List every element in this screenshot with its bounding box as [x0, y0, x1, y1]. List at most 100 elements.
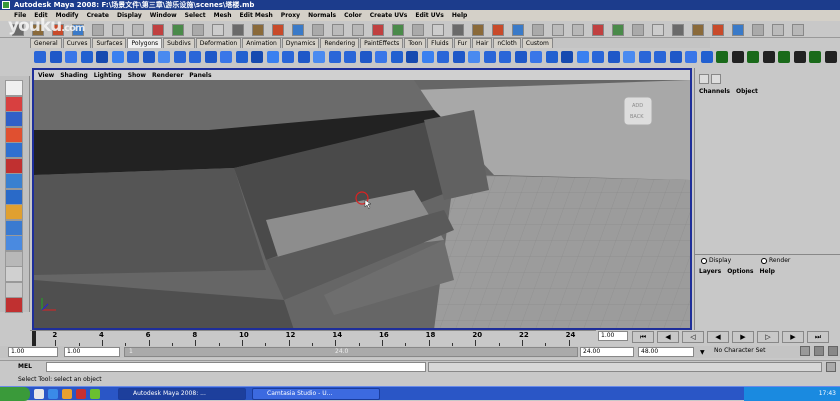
- play-forward-icon[interactable]: ▶: [732, 331, 754, 343]
- status-line-tool-11-icon[interactable]: [212, 24, 224, 36]
- menu-edit-uvs[interactable]: Edit UVs: [415, 12, 444, 19]
- shelf-tool-34-icon[interactable]: [545, 51, 558, 63]
- status-line-tool-19-icon[interactable]: [372, 24, 384, 36]
- shelf-tool-38-icon[interactable]: [607, 51, 620, 63]
- layout-icon-1[interactable]: [699, 74, 709, 84]
- shelf-tab-deformation[interactable]: Deformation: [195, 38, 242, 48]
- settings-icon[interactable]: [828, 346, 838, 356]
- shelf-tool-41-icon[interactable]: [654, 51, 666, 63]
- status-line-tool-29-icon[interactable]: [572, 24, 584, 36]
- soft-mod-icon[interactable]: [5, 188, 23, 205]
- shelf-tab-rendering[interactable]: Rendering: [320, 38, 360, 48]
- layout-persp-outliner-icon[interactable]: [5, 250, 23, 267]
- shelf-tab-subdivs[interactable]: Subdivs: [163, 38, 195, 48]
- shelf-tab-general[interactable]: General: [30, 38, 62, 48]
- move-tool-icon[interactable]: [5, 126, 23, 143]
- step-back-icon[interactable]: ◀: [657, 331, 679, 343]
- quicklaunch-icon-1[interactable]: [34, 389, 44, 399]
- status-line-tool-12-icon[interactable]: [232, 24, 244, 36]
- status-line-tool-21-icon[interactable]: [412, 24, 424, 36]
- shelf-tool-47-icon[interactable]: [747, 51, 759, 63]
- status-line-tool-27-icon[interactable]: [532, 24, 544, 36]
- render-radio[interactable]: [761, 258, 767, 264]
- menu-create-uvs[interactable]: Create UVs: [370, 12, 408, 19]
- shelf-tool-30-icon[interactable]: [483, 51, 496, 63]
- panel-menu-view[interactable]: View: [38, 72, 54, 79]
- status-line-tool-6-icon[interactable]: [112, 24, 124, 36]
- step-forward-icon[interactable]: ▶: [782, 331, 804, 343]
- quicklaunch-icon-4[interactable]: [76, 389, 86, 399]
- script-editor-icon[interactable]: [826, 362, 836, 372]
- layer-menu-help[interactable]: Help: [760, 268, 775, 275]
- status-line-tool-18-icon[interactable]: [352, 24, 364, 36]
- status-line-tool-8-icon[interactable]: [152, 24, 164, 36]
- status-line-tool-31-icon[interactable]: [612, 24, 624, 36]
- status-line-tool-24-icon[interactable]: [472, 24, 484, 36]
- shelf-tool-35-icon[interactable]: [561, 51, 573, 63]
- shelf-tool-19-icon[interactable]: [313, 51, 325, 63]
- shelf-tool-20-icon[interactable]: [328, 51, 341, 63]
- shelf-tool-16-icon[interactable]: [266, 51, 279, 63]
- menu-window[interactable]: Window: [150, 12, 177, 19]
- status-line-tool-30-icon[interactable]: [592, 24, 604, 36]
- end-time-field[interactable]: 48.00: [638, 347, 694, 357]
- quicklaunch-icon-3[interactable]: [62, 389, 72, 399]
- shelf-tool-15-icon[interactable]: [251, 51, 263, 63]
- shelf-tab-animation[interactable]: Animation: [242, 38, 281, 48]
- lasso-tool-icon[interactable]: [5, 95, 23, 112]
- shelf-tab-fur[interactable]: Fur: [453, 38, 472, 48]
- menu-help[interactable]: Help: [452, 12, 467, 19]
- channel-box-menu-object[interactable]: Object: [736, 88, 758, 95]
- layout-four-icon[interactable]: [5, 235, 23, 251]
- auto-key-icon[interactable]: [800, 346, 810, 356]
- layer-menu-options[interactable]: Options: [727, 268, 753, 275]
- shelf-tool-36-icon[interactable]: [576, 51, 589, 63]
- shelf-tool-17-icon[interactable]: [282, 51, 294, 63]
- menu-create[interactable]: Create: [87, 12, 109, 19]
- status-line-tool-10-icon[interactable]: [192, 24, 204, 36]
- layout-single-icon[interactable]: [5, 219, 23, 236]
- menu-select[interactable]: Select: [185, 12, 206, 19]
- taskbar-item-2[interactable]: Camtasia Studio - U...: [252, 388, 380, 400]
- status-line-tool-33-icon[interactable]: [652, 24, 664, 36]
- render-icon[interactable]: [5, 297, 23, 313]
- shelf-tool-33-icon[interactable]: [530, 51, 542, 63]
- shelf-tool-5-icon[interactable]: [96, 51, 108, 63]
- shelf-tool-46-icon[interactable]: [731, 51, 744, 63]
- shelf-tool-31-icon[interactable]: [499, 51, 511, 63]
- rotate-tool-icon[interactable]: [5, 142, 23, 158]
- shelf-tool-4-icon[interactable]: [80, 51, 93, 63]
- shelf-tool-26-icon[interactable]: [421, 51, 434, 63]
- shelf-tool-39-icon[interactable]: [623, 51, 635, 63]
- status-line-tool-40-icon[interactable]: [792, 24, 804, 36]
- range-slider[interactable]: 1 24.0: [124, 347, 578, 357]
- current-time-marker[interactable]: [32, 331, 36, 346]
- shelf-tool-6-icon[interactable]: [111, 51, 124, 63]
- status-line-tool-22-icon[interactable]: [432, 24, 444, 36]
- quicklaunch-icon-2[interactable]: [48, 389, 58, 399]
- shelf-tool-45-icon[interactable]: [716, 51, 728, 63]
- last-tool-icon[interactable]: [5, 204, 23, 220]
- shelf-tool-14-icon[interactable]: [235, 51, 248, 63]
- go-to-start-icon[interactable]: ⏮: [632, 331, 654, 343]
- manipulator-icon[interactable]: [5, 173, 23, 189]
- shelf-tool-37-icon[interactable]: [592, 51, 604, 63]
- status-line-tool-35-icon[interactable]: [692, 24, 704, 36]
- shelf-tool-11-icon[interactable]: [189, 51, 201, 63]
- shelf-tool-2-icon[interactable]: [49, 51, 62, 63]
- status-line-tool-37-icon[interactable]: [732, 24, 744, 36]
- shelf-tool-25-icon[interactable]: [406, 51, 418, 63]
- shelf-tool-8-icon[interactable]: [142, 51, 155, 63]
- menu-color[interactable]: Color: [344, 12, 362, 19]
- current-frame-field[interactable]: 1.00: [598, 331, 628, 341]
- status-line-tool-13-icon[interactable]: [252, 24, 264, 36]
- time-slider[interactable]: 2 4 6 8 10 12 14 16 18 20 22 24: [30, 330, 596, 346]
- scene-render[interactable]: ADD BACK: [34, 80, 690, 330]
- shelf-tool-27-icon[interactable]: [437, 51, 449, 63]
- shelf-tool-32-icon[interactable]: [514, 51, 527, 63]
- status-line-tool-28-icon[interactable]: [552, 24, 564, 36]
- step-forward-key-icon[interactable]: ▷: [757, 331, 779, 343]
- shelf-tool-42-icon[interactable]: [669, 51, 682, 63]
- shelf-tool-3-icon[interactable]: [65, 51, 77, 63]
- layout-graph-icon[interactable]: [5, 266, 23, 282]
